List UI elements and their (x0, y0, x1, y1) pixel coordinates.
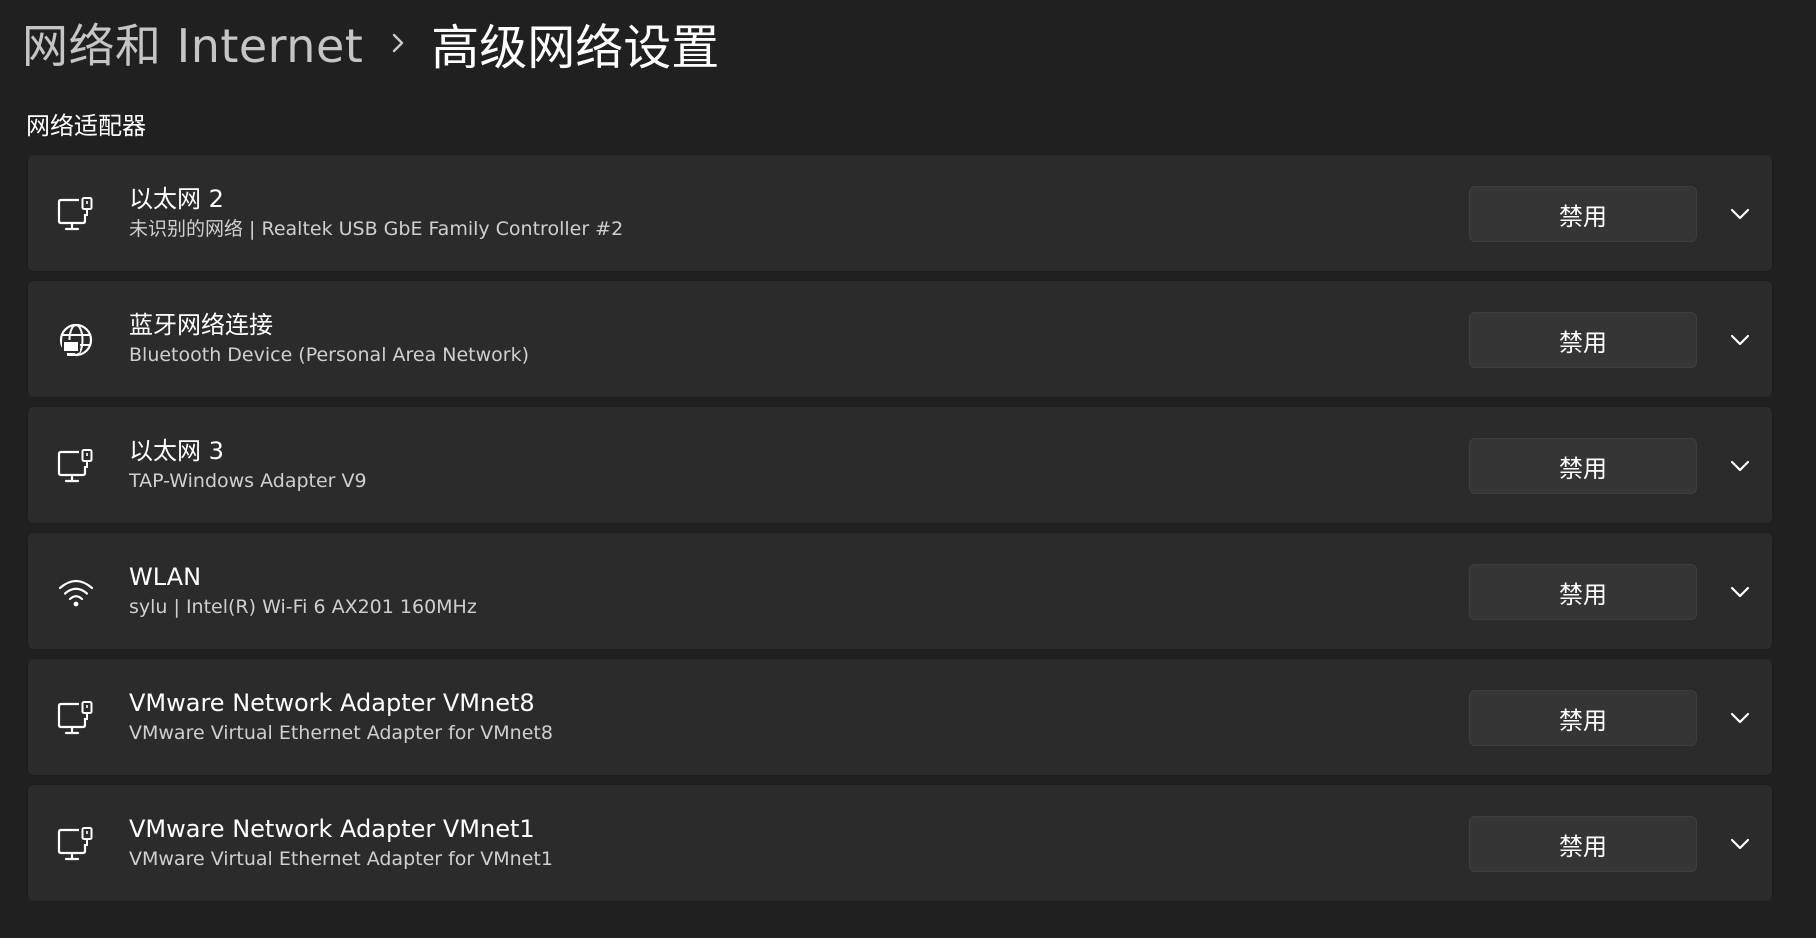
adapter-card-vmnet1[interactable]: VMware Network Adapter VMnet1 VMware Vir… (27, 784, 1773, 902)
chevron-right-icon (391, 32, 405, 54)
adapter-text: VMware Network Adapter VMnet8 VMware Vir… (129, 688, 1329, 748)
adapter-name: WLAN (129, 563, 202, 591)
chevron-down-icon[interactable] (1725, 199, 1755, 229)
adapter-name: 蓝牙网络连接 (129, 311, 273, 339)
adapter-text: 蓝牙网络连接 Bluetooth Device (Personal Area N… (129, 310, 1329, 370)
breadcrumb: 网络和 Internet 高级网络设置 (22, 8, 719, 78)
adapter-list: 以太网 2 未识别的网络 | Realtek USB GbE Family Co… (27, 154, 1773, 910)
disable-button[interactable]: 禁用 (1469, 312, 1697, 368)
disable-button[interactable]: 禁用 (1469, 438, 1697, 494)
advanced-network-settings-page: 网络和 Internet 高级网络设置 网络适配器 以太网 2 未识别的网络 |… (0, 0, 1816, 938)
adapter-text: WLAN sylu | Intel(R) Wi-Fi 6 AX201 160MH… (129, 562, 1329, 622)
wifi-icon (56, 572, 96, 612)
adapter-description: VMware Virtual Ethernet Adapter for VMne… (129, 848, 553, 870)
page-title: 高级网络设置 (431, 20, 720, 76)
adapter-name: 以太网 3 (129, 437, 224, 465)
adapter-description: sylu | Intel(R) Wi-Fi 6 AX201 160MHz (129, 596, 477, 618)
chevron-down-icon[interactable] (1725, 577, 1755, 607)
chevron-down-icon[interactable] (1725, 829, 1755, 859)
adapter-card-wlan[interactable]: WLAN sylu | Intel(R) Wi-Fi 6 AX201 160MH… (27, 532, 1773, 650)
disable-button[interactable]: 禁用 (1469, 186, 1697, 242)
globe-network-icon (56, 320, 96, 360)
adapter-card-vmnet8[interactable]: VMware Network Adapter VMnet8 VMware Vir… (27, 658, 1773, 776)
adapter-name: 以太网 2 (129, 185, 224, 213)
chevron-down-icon[interactable] (1725, 703, 1755, 733)
adapter-name: VMware Network Adapter VMnet8 (129, 689, 535, 717)
adapter-card-bluetooth[interactable]: 蓝牙网络连接 Bluetooth Device (Personal Area N… (27, 280, 1773, 398)
adapter-description: Bluetooth Device (Personal Area Network) (129, 344, 530, 366)
ethernet-monitor-icon (56, 446, 96, 486)
ethernet-monitor-icon (56, 194, 96, 234)
chevron-down-icon[interactable] (1725, 451, 1755, 481)
adapter-description: VMware Virtual Ethernet Adapter for VMne… (129, 722, 553, 744)
adapter-text: 以太网 2 未识别的网络 | Realtek USB GbE Family Co… (129, 184, 1329, 244)
adapter-card-ethernet-3[interactable]: 以太网 3 TAP-Windows Adapter V9 禁用 (27, 406, 1773, 524)
ethernet-monitor-icon (56, 698, 96, 738)
disable-button[interactable]: 禁用 (1469, 690, 1697, 746)
adapter-name: VMware Network Adapter VMnet1 (129, 815, 535, 843)
adapter-text: VMware Network Adapter VMnet1 VMware Vir… (129, 814, 1329, 874)
ethernet-monitor-icon (56, 824, 96, 864)
adapter-text: 以太网 3 TAP-Windows Adapter V9 (129, 436, 1329, 496)
adapter-description: 未识别的网络 | Realtek USB GbE Family Controll… (129, 218, 624, 240)
adapter-card-ethernet-2[interactable]: 以太网 2 未识别的网络 | Realtek USB GbE Family Co… (27, 154, 1773, 272)
chevron-down-icon[interactable] (1725, 325, 1755, 355)
disable-button[interactable]: 禁用 (1469, 816, 1697, 872)
adapter-description: TAP-Windows Adapter V9 (129, 470, 367, 492)
section-title: 网络适配器 (26, 112, 146, 140)
disable-button[interactable]: 禁用 (1469, 564, 1697, 620)
breadcrumb-parent-link[interactable]: 网络和 Internet (22, 10, 363, 76)
